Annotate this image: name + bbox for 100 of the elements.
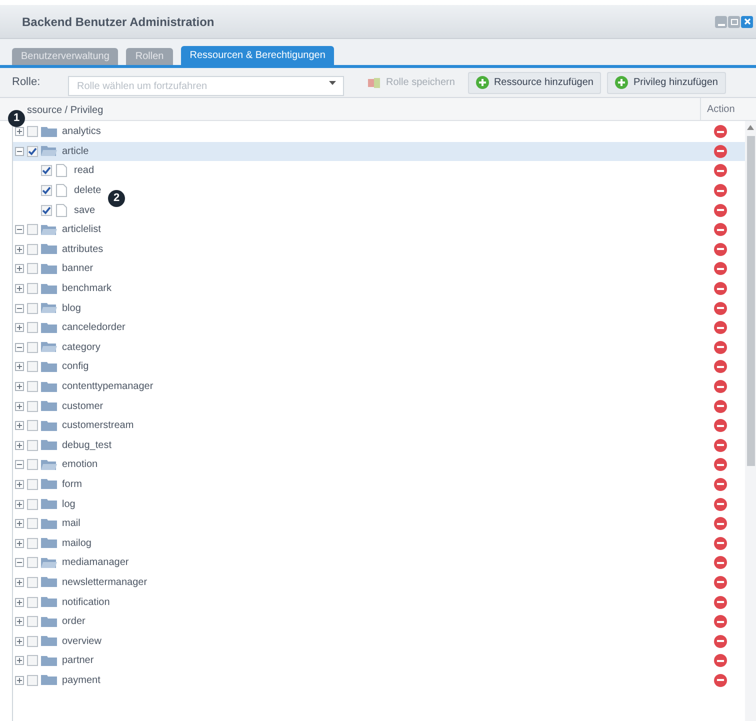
expand-icon[interactable] <box>15 244 24 254</box>
remove-icon[interactable] <box>714 419 727 432</box>
tree-row-highlight[interactable]: attributes <box>13 240 745 260</box>
tree-row-highlight[interactable]: emotion <box>13 455 745 475</box>
checkbox[interactable] <box>41 204 52 216</box>
remove-icon[interactable] <box>714 576 727 589</box>
expand-icon[interactable] <box>15 676 24 685</box>
tree-row-highlight[interactable]: debug_test <box>13 436 745 456</box>
checkbox[interactable] <box>41 185 52 196</box>
checkbox[interactable] <box>27 518 38 530</box>
close-button[interactable] <box>741 16 753 28</box>
expand-icon[interactable] <box>15 656 24 666</box>
tree-row-highlight[interactable]: order <box>13 612 745 632</box>
tree-row-highlight[interactable]: payment <box>13 670 745 690</box>
remove-icon[interactable] <box>714 634 727 648</box>
remove-icon[interactable] <box>714 164 727 178</box>
collapse-icon[interactable] <box>15 460 24 470</box>
remove-icon[interactable] <box>714 517 727 530</box>
tree-row-highlight[interactable]: mailog <box>13 533 745 554</box>
expand-icon[interactable] <box>15 284 24 294</box>
remove-icon[interactable] <box>714 223 727 236</box>
tree-row-highlight[interactable]: customerstream <box>13 416 745 436</box>
checkbox[interactable] <box>27 400 38 412</box>
remove-icon[interactable] <box>714 458 727 472</box>
tree-row-highlight[interactable]: customer <box>13 396 745 416</box>
expand-icon[interactable] <box>15 323 24 332</box>
tree-row-highlight[interactable]: mediamanager <box>13 553 745 573</box>
expand-icon[interactable] <box>15 480 24 489</box>
checkbox[interactable] <box>41 165 52 176</box>
remove-icon[interactable] <box>714 144 727 158</box>
collapse-icon[interactable] <box>15 304 24 313</box>
expand-icon[interactable] <box>15 264 24 274</box>
remove-icon[interactable] <box>714 478 727 491</box>
tree-row-highlight[interactable]: form <box>13 474 745 494</box>
checkbox[interactable] <box>27 322 38 334</box>
checkbox[interactable] <box>27 576 38 588</box>
checkbox[interactable] <box>27 381 38 392</box>
checkbox[interactable] <box>27 263 38 274</box>
remove-icon[interactable] <box>714 125 727 138</box>
tree-row-highlight[interactable]: partner <box>13 651 745 671</box>
tree-row-highlight[interactable]: notification <box>13 592 745 612</box>
tree-row-highlight[interactable]: log <box>13 494 745 514</box>
tree-row-highlight[interactable]: canceledorder <box>13 318 745 338</box>
checkbox[interactable] <box>27 126 38 138</box>
expand-icon[interactable] <box>15 362 24 372</box>
checkbox[interactable] <box>27 498 38 510</box>
remove-icon[interactable] <box>714 596 727 609</box>
collapse-icon[interactable] <box>15 558 24 568</box>
remove-icon[interactable] <box>714 242 727 256</box>
expand-icon[interactable] <box>15 440 24 450</box>
checkbox[interactable] <box>27 440 38 451</box>
checkbox[interactable] <box>27 557 38 568</box>
collapse-icon[interactable] <box>15 342 24 352</box>
remove-icon[interactable] <box>714 360 727 374</box>
checkbox[interactable] <box>27 538 38 549</box>
remove-icon[interactable] <box>714 340 727 354</box>
expand-icon[interactable] <box>15 636 24 646</box>
tree-row-highlight[interactable]: mail <box>13 514 745 534</box>
tree-row-highlight[interactable]: config <box>13 357 745 377</box>
tree-row-highlight[interactable]: blog <box>13 298 745 318</box>
checkbox[interactable] <box>27 283 38 294</box>
tree-row-highlight[interactable]: contenttypemanager <box>13 376 745 396</box>
tree-row-highlight[interactable]: benchmark <box>13 278 745 298</box>
remove-icon[interactable] <box>714 302 727 315</box>
tab[interactable]: Ressourcen & Berechtigungen <box>180 46 334 65</box>
add-button[interactable]: Privileg hinzufügen <box>607 72 726 94</box>
expand-icon[interactable] <box>15 617 24 626</box>
checkbox[interactable] <box>27 616 38 628</box>
remove-icon[interactable] <box>714 400 727 413</box>
tree-row-highlight[interactable]: overview <box>13 631 745 652</box>
remove-icon[interactable] <box>714 380 727 394</box>
checkbox[interactable] <box>27 478 38 490</box>
checkbox[interactable] <box>27 302 38 314</box>
checkbox[interactable] <box>27 459 38 470</box>
collapse-icon[interactable] <box>15 146 24 156</box>
checkbox[interactable] <box>27 674 38 686</box>
maximize-button[interactable] <box>728 16 740 28</box>
tree-row-highlight[interactable]: articlelist <box>13 220 745 240</box>
checkbox[interactable] <box>27 244 38 255</box>
expand-icon[interactable] <box>15 382 24 392</box>
role-dropdown[interactable]: Rolle wählen um fortzufahren <box>68 76 344 96</box>
tree-row-highlight[interactable]: category <box>13 338 745 358</box>
collapse-icon[interactable] <box>15 225 24 234</box>
expand-icon[interactable] <box>15 127 24 136</box>
remove-icon[interactable] <box>714 674 727 687</box>
expand-icon[interactable] <box>15 578 24 587</box>
checkbox[interactable] <box>27 146 38 157</box>
checkbox[interactable] <box>27 636 38 647</box>
remove-icon[interactable] <box>714 184 727 198</box>
expand-icon[interactable] <box>15 538 24 548</box>
checkbox[interactable] <box>27 655 38 666</box>
remove-icon[interactable] <box>714 498 727 511</box>
expand-icon[interactable] <box>15 421 24 430</box>
checkbox[interactable] <box>27 361 38 372</box>
remove-icon[interactable] <box>714 536 727 550</box>
minimize-button[interactable] <box>715 16 727 28</box>
remove-icon[interactable] <box>714 438 727 452</box>
checkbox[interactable] <box>27 596 38 608</box>
remove-icon[interactable] <box>714 321 727 334</box>
remove-icon[interactable] <box>714 615 727 628</box>
